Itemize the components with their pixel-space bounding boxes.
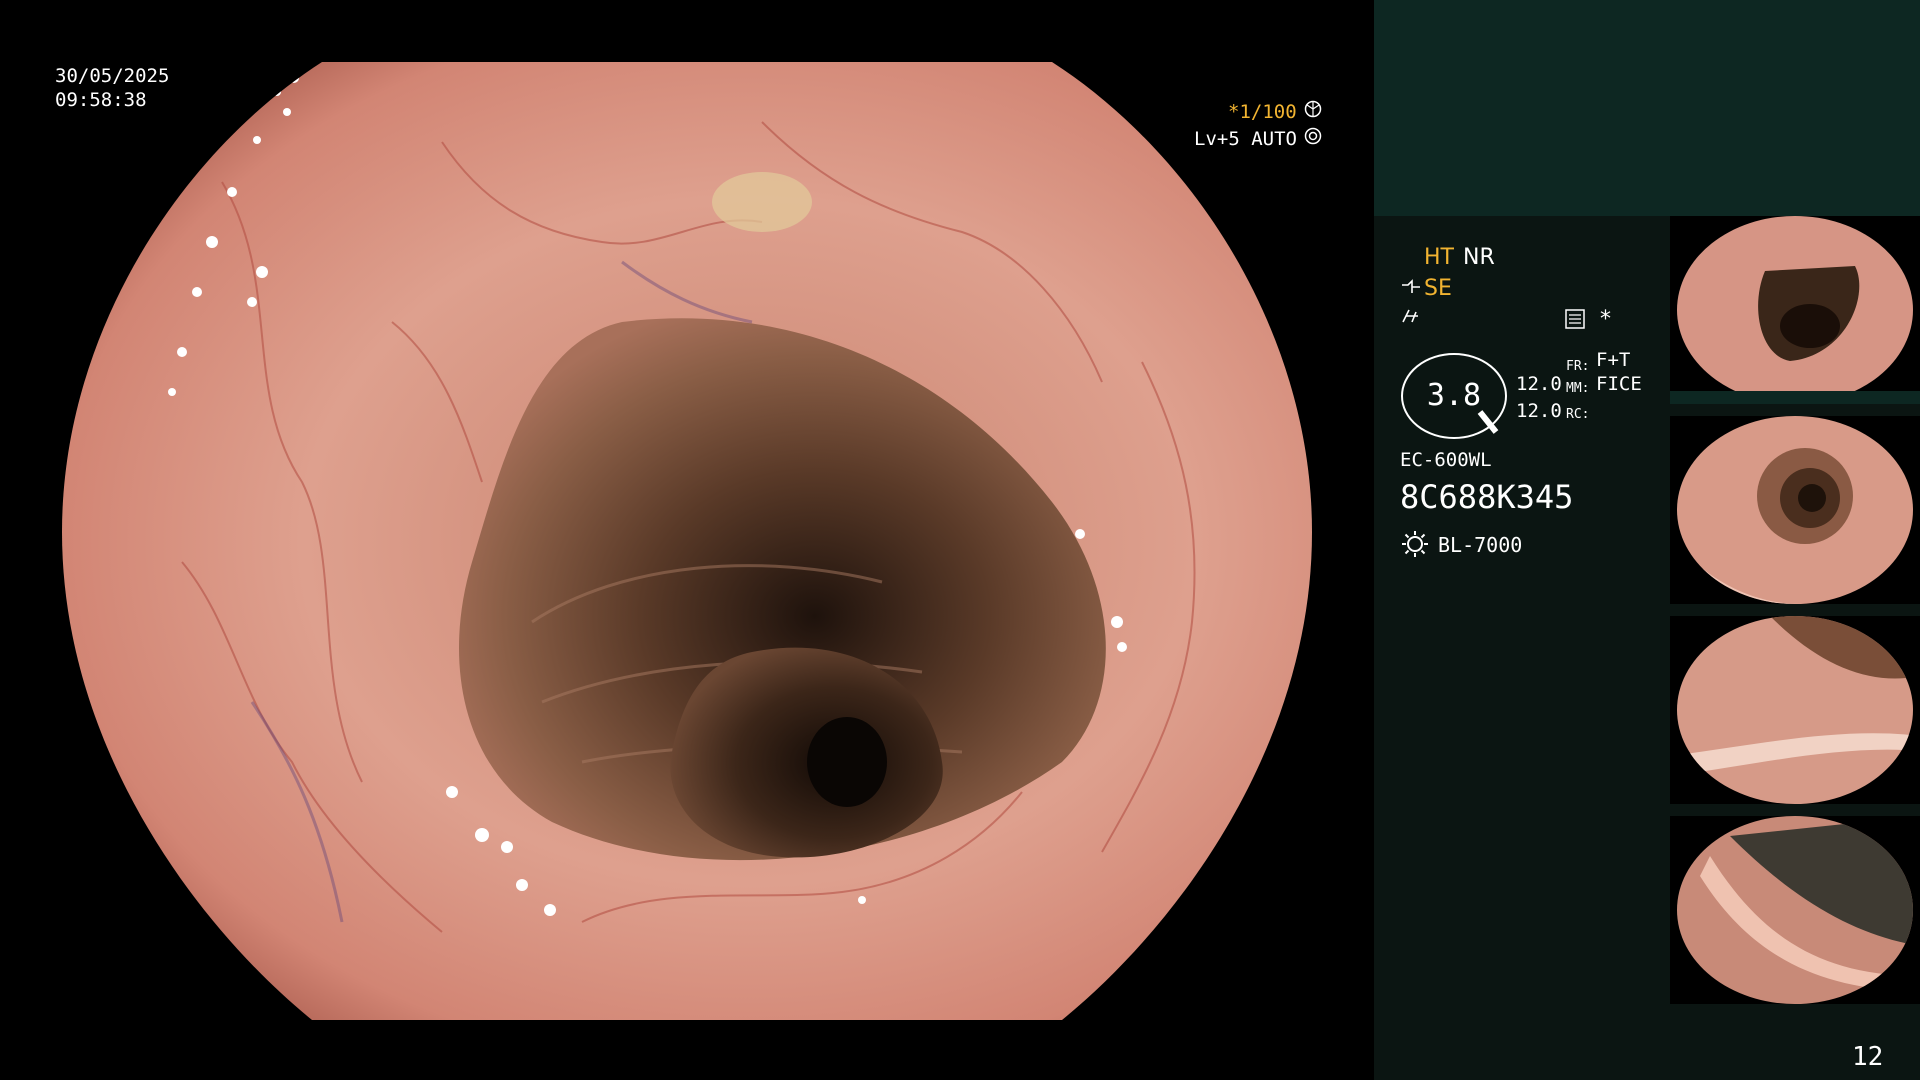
asterisk-indicator: * — [1600, 307, 1611, 332]
side-panel-header — [1374, 0, 1920, 216]
structure-enhancement-icon — [1400, 277, 1422, 301]
zoom-value: 3.8 — [1426, 378, 1482, 413]
document-list-icon — [1564, 308, 1586, 334]
endoscopy-main-image — [62, 62, 1312, 1020]
thumbnail-2[interactable] — [1670, 416, 1920, 604]
scope-model: EC-600WL — [1400, 449, 1492, 471]
nr-indicator: NR — [1463, 245, 1495, 270]
thumbnail-4[interactable] — [1670, 816, 1920, 1004]
shutter-speed: *1/100 — [1228, 101, 1297, 123]
mm-value: FICE — [1596, 373, 1642, 395]
page-number: 12 — [1852, 1042, 1884, 1072]
rc-label: RC: — [1566, 407, 1590, 422]
ht-indicator: HT — [1424, 245, 1454, 270]
fr-value: F+T — [1596, 349, 1631, 371]
thumbnail-1[interactable] — [1670, 216, 1920, 404]
exam-time: 09:58:38 — [55, 89, 147, 111]
fr-label: FR: — [1566, 359, 1590, 374]
lamp-icon — [1400, 529, 1430, 563]
parameter-value-1: 12.0 — [1516, 373, 1562, 395]
parameter-value-2: 12.0 — [1516, 400, 1562, 422]
exam-date: 30/05/2025 — [55, 65, 170, 87]
aperture-icon — [1304, 100, 1322, 122]
light-source-label: BL-7000 — [1438, 533, 1523, 557]
thumbnail-3[interactable] — [1670, 616, 1920, 804]
scope-serial: 8C688K345 — [1400, 478, 1574, 516]
auto-exposure-icon — [1304, 127, 1322, 149]
se-indicator: SE — [1424, 276, 1452, 301]
mm-label: MM: — [1566, 381, 1590, 396]
light-level: Lv+5 AUTO — [1194, 128, 1297, 150]
color-enhancement-icon — [1400, 306, 1422, 330]
